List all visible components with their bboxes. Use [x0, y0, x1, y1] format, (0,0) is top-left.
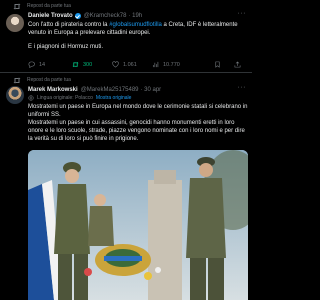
author-handle[interactable]: @Kramcheck78 — [84, 13, 127, 19]
reply-button[interactable]: 14 — [28, 61, 45, 68]
tweet-paragraph: Mostratemi un paese in Europa nel mondo … — [28, 104, 248, 118]
author-name[interactable]: Marek Markowski — [28, 87, 78, 93]
views-count: 10.770 — [163, 61, 180, 68]
tweet-time[interactable]: · 30 apr — [141, 87, 162, 93]
like-button[interactable]: 1.061 — [112, 61, 137, 68]
tweet-text-line: E i piagnoni di Hormuz muti. — [28, 44, 104, 50]
original-language-label: Lingua originale: Polacco — [37, 95, 93, 101]
repost-button[interactable]: 300 — [72, 61, 92, 68]
more-options-icon[interactable]: ··· — [238, 10, 247, 17]
tweet-actions: 14 300 1.061 10.770 — [28, 60, 248, 69]
reply-count: 14 — [39, 61, 46, 68]
repost-icon — [13, 3, 21, 9]
views-button[interactable]: 10.770 — [152, 61, 180, 68]
tweet-text-part: Con l'atto di pirateria contro la — [28, 22, 110, 28]
tweet-paragraph: Mostratemi un paese in cui assassini, ge… — [28, 120, 245, 142]
like-count: 1.061 — [123, 61, 137, 68]
repost-label: Repost da parte tua — [27, 3, 71, 9]
tweet-divider — [0, 72, 252, 73]
repost-label: Repost da parte tua — [27, 77, 71, 83]
author-name[interactable]: Daniele Trovato — [28, 13, 73, 19]
tweet-time[interactable]: · 19h — [128, 13, 142, 19]
repost-count: 300 — [83, 61, 93, 68]
bookmark-icon — [215, 61, 220, 68]
translation-notice: Lingua originale: Polacco Mostra origina… — [28, 94, 131, 102]
verified-badge-icon — [74, 13, 81, 19]
tweet-text: Con l'atto di pirateria contro la #globa… — [28, 21, 248, 51]
show-original-link[interactable]: Mostra originale — [96, 95, 132, 101]
tweet-text: Mostratemi un paese in Europa nel mondo … — [28, 103, 248, 143]
repost-icon — [72, 61, 79, 68]
views-icon — [152, 61, 159, 68]
heart-icon — [112, 61, 119, 68]
author-handle[interactable]: @MarekMa25175489 — [81, 87, 139, 93]
share-button[interactable] — [234, 61, 245, 68]
bookmark-button[interactable] — [214, 61, 225, 68]
hashtag-link[interactable]: #globalsumudflotilla — [109, 22, 162, 28]
tweet-photo[interactable] — [28, 150, 248, 300]
tweet-header: Daniele Trovato @Kramcheck78 · 19h — [28, 12, 142, 20]
repost-indicator: Repost da parte tua — [13, 76, 71, 84]
tweet-header: Marek Markowski @MarekMa25175489 · 30 ap… — [28, 86, 161, 94]
reply-icon — [28, 61, 35, 68]
more-options-icon[interactable]: ··· — [238, 84, 247, 91]
repost-indicator: Repost da parte tua — [13, 2, 71, 10]
avatar[interactable] — [6, 14, 24, 32]
share-icon — [234, 61, 241, 68]
tweet-1[interactable]: Repost da parte tua Daniele Trovato @Kra… — [0, 0, 252, 72]
ceremony-photo-image — [28, 150, 248, 300]
avatar[interactable] — [6, 86, 24, 104]
translate-icon — [28, 95, 34, 101]
repost-icon — [13, 77, 21, 83]
